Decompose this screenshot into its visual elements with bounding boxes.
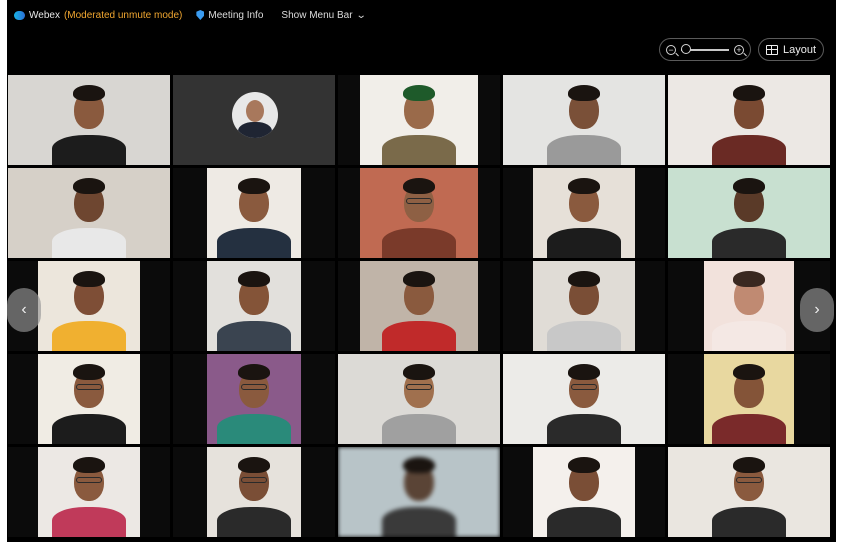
chevron-right-icon: ›	[814, 301, 820, 318]
grid-layout-icon	[765, 44, 778, 55]
participant-video	[704, 354, 794, 444]
layout-label: Layout	[782, 43, 817, 56]
participant-tile[interactable]	[338, 168, 500, 258]
participant-tile[interactable]	[338, 354, 500, 444]
participant-tile[interactable]	[668, 447, 830, 537]
participant-tile[interactable]	[8, 447, 170, 537]
participant-video	[207, 447, 301, 537]
participant-video	[338, 354, 500, 444]
next-page-button[interactable]: ›	[800, 288, 834, 332]
participant-tile[interactable]	[173, 168, 335, 258]
participant-tile[interactable]	[503, 168, 665, 258]
participant-video	[8, 75, 170, 165]
participant-tile[interactable]	[668, 168, 830, 258]
show-menu-bar-label: Show Menu Bar	[281, 9, 353, 21]
participant-tile[interactable]	[503, 75, 665, 165]
zoom-control: − +	[659, 38, 751, 61]
previous-page-button[interactable]: ‹	[7, 288, 41, 332]
participant-video	[207, 261, 301, 351]
participant-video-grid	[8, 75, 836, 542]
participant-video	[503, 75, 665, 165]
participant-video	[8, 168, 170, 258]
participant-tile[interactable]	[338, 447, 500, 537]
app-title: Webex	[29, 9, 60, 21]
webex-logo-icon	[14, 10, 25, 20]
participant-tile[interactable]	[503, 354, 665, 444]
participant-tile[interactable]	[173, 354, 335, 444]
layout-button[interactable]: Layout	[758, 38, 824, 61]
participant-tile[interactable]	[503, 447, 665, 537]
meeting-info-label: Meeting Info	[208, 9, 264, 21]
participant-tile[interactable]	[173, 75, 335, 165]
participant-video	[668, 75, 830, 165]
chevron-left-icon: ‹	[21, 301, 27, 318]
shield-icon	[196, 10, 205, 20]
participant-video	[360, 261, 478, 351]
zoom-out-icon[interactable]: −	[666, 44, 676, 55]
participant-video	[533, 168, 635, 258]
participant-video	[668, 168, 830, 258]
participant-video	[38, 354, 140, 444]
participant-tile[interactable]	[8, 354, 170, 444]
participant-tile[interactable]	[668, 354, 830, 444]
unmute-mode-label: (Moderated unmute mode)	[63, 9, 183, 21]
participant-video	[533, 447, 635, 537]
chevron-down-icon: ⌄	[355, 9, 367, 21]
participant-tile[interactable]	[8, 75, 170, 165]
participant-video	[207, 354, 301, 444]
meeting-info-button[interactable]: Meeting Info	[196, 10, 263, 21]
zoom-slider[interactable]	[681, 43, 729, 54]
participant-tile[interactable]	[503, 261, 665, 351]
participant-tile[interactable]	[173, 261, 335, 351]
webex-window: Webex (Moderated unmute mode) Meeting In…	[7, 0, 836, 542]
participant-tile[interactable]	[8, 168, 170, 258]
participant-video	[38, 261, 140, 351]
participant-tile[interactable]	[338, 261, 500, 351]
participant-avatar	[232, 92, 278, 138]
zoom-slider-handle[interactable]	[681, 43, 691, 54]
participant-video	[668, 447, 830, 537]
participant-video	[533, 261, 635, 351]
participant-video	[207, 168, 301, 258]
participant-video	[704, 261, 794, 351]
participant-tile[interactable]	[668, 75, 830, 165]
participant-tile[interactable]	[338, 75, 500, 165]
participant-video	[338, 447, 500, 537]
zoom-in-icon[interactable]: +	[734, 44, 744, 55]
participant-video	[360, 75, 478, 165]
show-menu-bar-button[interactable]: Show Menu Bar ⌄	[281, 9, 367, 21]
participant-video	[38, 447, 140, 537]
app-title-group: Webex (Moderated unmute mode)	[7, 10, 182, 21]
title-bar: Webex (Moderated unmute mode) Meeting In…	[7, 0, 836, 30]
participant-video	[360, 168, 478, 258]
participant-video	[503, 354, 665, 444]
participant-tile[interactable]	[173, 447, 335, 537]
